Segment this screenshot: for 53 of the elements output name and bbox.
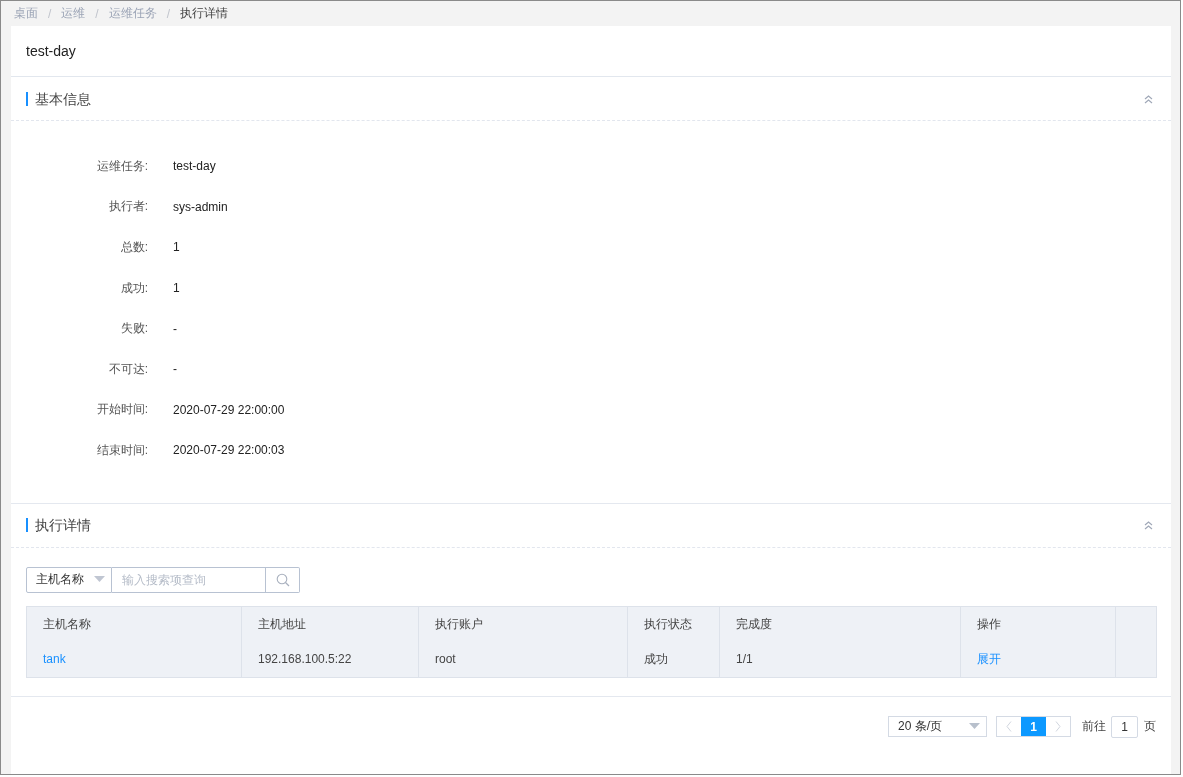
double-chevron-up-icon[interactable] — [1144, 521, 1153, 531]
field-label: 执行者: — [107, 198, 148, 216]
page-size-select[interactable]: 20 条/页 — [888, 716, 987, 738]
breadcrumb-item[interactable]: 桌面 — [14, 5, 38, 22]
search-icon — [275, 572, 290, 587]
field-value: - — [173, 362, 177, 377]
section-title: 执行详情 — [26, 518, 91, 533]
caret-down-icon — [94, 576, 105, 584]
goto-label: 前往 — [1082, 718, 1106, 736]
column-header: 执行账户 — [418, 606, 628, 642]
field-label: 开始时间: — [95, 401, 148, 419]
table-cell: 成功 — [627, 641, 720, 678]
field-value: test-day — [173, 159, 216, 174]
breadcrumb-item[interactable]: 运维任务 — [108, 5, 157, 22]
field-label: 成功: — [119, 279, 148, 297]
column-header: 操作 — [960, 606, 1116, 642]
search-field-select[interactable]: 主机名称 — [26, 566, 112, 593]
breadcrumb-separator: / — [95, 6, 99, 21]
field-value: 1 — [173, 281, 180, 296]
table-link[interactable]: tank — [43, 652, 66, 667]
page-number-button[interactable]: 1 — [1021, 717, 1046, 737]
table-cell: 192.168.100.5:22 — [241, 641, 419, 678]
breadcrumb-separator: / — [48, 6, 52, 21]
page-title: test-day — [26, 43, 76, 59]
table-cell: root — [418, 641, 628, 678]
table-link[interactable]: 展开 — [977, 651, 1001, 666]
field-value: 2020-07-29 22:00:03 — [173, 443, 285, 458]
breadcrumb-item: 执行详情 — [180, 5, 229, 22]
field-label: 不可达: — [107, 360, 148, 378]
search-input[interactable]: 输入搜索项查询 — [112, 566, 266, 593]
breadcrumb-separator: / — [166, 6, 171, 21]
column-header: 主机名称 — [26, 606, 242, 642]
field-value: 2020-07-29 22:00:00 — [173, 402, 285, 417]
field-label: 运维任务: — [95, 157, 148, 175]
caret-down-icon — [969, 723, 980, 731]
double-chevron-up-icon[interactable] — [1144, 94, 1153, 104]
field-label: 结束时间: — [95, 441, 148, 459]
field-value: 1 — [173, 240, 180, 255]
field-value: sys-admin — [173, 199, 228, 214]
section-title: 基本信息 — [26, 91, 91, 106]
column-header: 执行状态 — [627, 606, 720, 642]
column-header: 完成度 — [719, 606, 961, 642]
column-header: 主机地址 — [241, 606, 419, 642]
chevron-left-icon — [1006, 721, 1012, 733]
search-button[interactable] — [266, 566, 300, 593]
chevron-right-icon — [1055, 721, 1061, 733]
field-label: 失败: — [119, 320, 148, 338]
field-value: - — [173, 321, 177, 336]
page-suffix: 页 — [1144, 718, 1156, 736]
goto-page-input[interactable]: 1 — [1111, 715, 1138, 738]
table-cell: 1/1 — [719, 641, 961, 678]
field-label: 总数: — [119, 239, 148, 256]
breadcrumb-item[interactable]: 运维 — [61, 5, 86, 22]
